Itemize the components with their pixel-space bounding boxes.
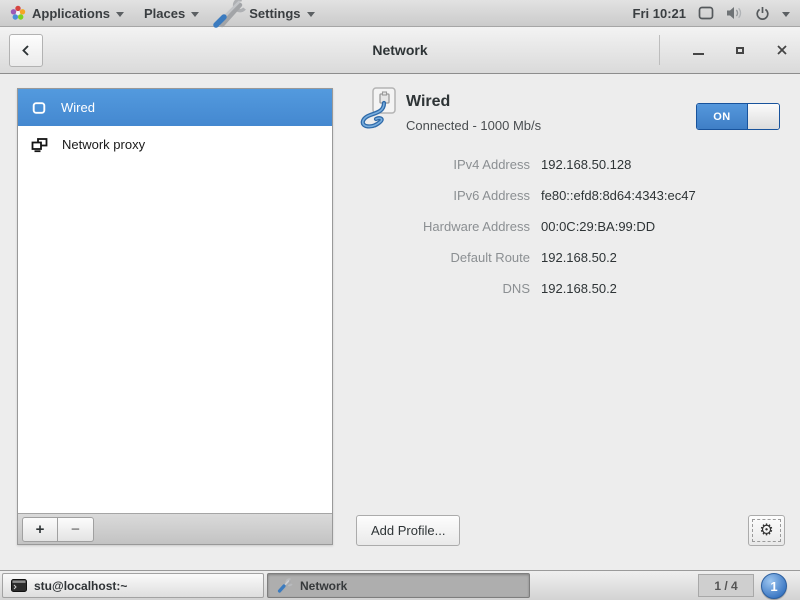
detail-label: IPv6 Address: [380, 180, 530, 211]
volume-icon[interactable]: [726, 6, 743, 20]
window-controls: [659, 27, 790, 73]
close-icon: [776, 44, 788, 56]
device-sidebar: Wired Network proxy + −: [17, 88, 333, 545]
system-status-area: Fri 10:21: [633, 6, 800, 21]
network-proxy-icon: [31, 137, 48, 153]
taskbar-window-label: Network: [300, 579, 347, 593]
detail-value: 192.168.50.128: [541, 149, 696, 180]
desktop: Applications Places Settings Fri 10:21: [0, 0, 800, 600]
maximize-button[interactable]: [732, 42, 748, 58]
notification-badge[interactable]: 1: [761, 573, 787, 599]
places-menu-label: Places: [144, 6, 185, 21]
device-status: Connected - 1000 Mb/s: [406, 118, 541, 133]
window-list-taskbar: stu@localhost:~ Network 1 / 4 1: [0, 570, 800, 600]
detail-label: DNS: [380, 273, 530, 304]
add-profile-button[interactable]: Add Profile...: [356, 515, 460, 546]
detail-value: fe80::efd8:8d64:4343:ec47: [541, 180, 696, 211]
crossed-tools-icon: [276, 578, 293, 594]
detail-value: 00:0C:29:BA:99:DD: [541, 211, 696, 242]
workspace-pager[interactable]: 1 / 4: [698, 574, 754, 597]
chevron-down-icon[interactable]: [782, 12, 790, 17]
taskbar-window-label: stu@localhost:~: [34, 579, 127, 593]
chevron-down-icon: [307, 12, 315, 17]
applications-pinwheel-icon: [10, 5, 26, 21]
settings-menu[interactable]: Settings: [209, 0, 324, 26]
terminal-icon: [11, 579, 27, 592]
chevron-down-icon: [116, 12, 124, 17]
sidebar-item-label: Network proxy: [62, 137, 145, 152]
top-panel: Applications Places Settings Fri 10:21: [0, 0, 800, 27]
connection-details: IPv4 Address 192.168.50.128 IPv6 Address…: [380, 149, 696, 304]
clock[interactable]: Fri 10:21: [633, 6, 686, 21]
device-list: Wired Network proxy: [18, 89, 332, 513]
toggle-handle[interactable]: [747, 104, 779, 129]
wired-network-icon: [31, 100, 47, 116]
detail-label: IPv4 Address: [380, 149, 530, 180]
maximize-icon: [736, 47, 744, 54]
chevron-left-icon: [20, 44, 32, 57]
taskbar-window-terminal[interactable]: stu@localhost:~: [2, 573, 264, 598]
screen-icon[interactable]: [698, 6, 714, 20]
network-on-off-toggle[interactable]: ON: [696, 103, 780, 130]
add-connection-button[interactable]: +: [22, 517, 58, 542]
detail-value: 192.168.50.2: [541, 273, 696, 304]
chevron-down-icon: [191, 12, 199, 17]
controls-divider: [659, 35, 660, 65]
minimize-icon: [693, 53, 704, 55]
back-button[interactable]: [9, 34, 43, 67]
places-menu[interactable]: Places: [134, 0, 209, 26]
applications-menu-label: Applications: [32, 6, 110, 21]
remove-connection-button[interactable]: −: [58, 517, 94, 542]
window-titlebar: Network: [0, 27, 800, 74]
gear-icon: ⚙: [752, 519, 781, 542]
sidebar-item-label: Wired: [61, 100, 95, 115]
sidebar-item-network-proxy[interactable]: Network proxy: [18, 126, 332, 163]
taskbar-window-network[interactable]: Network: [267, 573, 530, 598]
detail-label: Default Route: [380, 242, 530, 273]
crossed-tools-icon: [211, 0, 249, 31]
toggle-on-label: ON: [697, 104, 747, 129]
detail-label: Hardware Address: [380, 211, 530, 242]
ethernet-cable-icon: [356, 86, 402, 139]
options-button[interactable]: ⚙: [748, 515, 785, 546]
power-icon[interactable]: [755, 6, 770, 21]
applications-menu[interactable]: Applications: [0, 0, 134, 26]
settings-menu-label: Settings: [249, 6, 300, 21]
sidebar-toolbar: + −: [18, 513, 332, 544]
detail-value: 192.168.50.2: [541, 242, 696, 273]
close-button[interactable]: [774, 42, 790, 58]
minimize-button[interactable]: [690, 42, 706, 58]
device-name: Wired: [406, 93, 450, 111]
network-panel: Wired Network proxy + −: [0, 74, 800, 570]
sidebar-item-wired[interactable]: Wired: [18, 89, 332, 126]
device-detail-pane: Wired Connected - 1000 Mb/s ON IPv4 Addr…: [350, 74, 800, 570]
